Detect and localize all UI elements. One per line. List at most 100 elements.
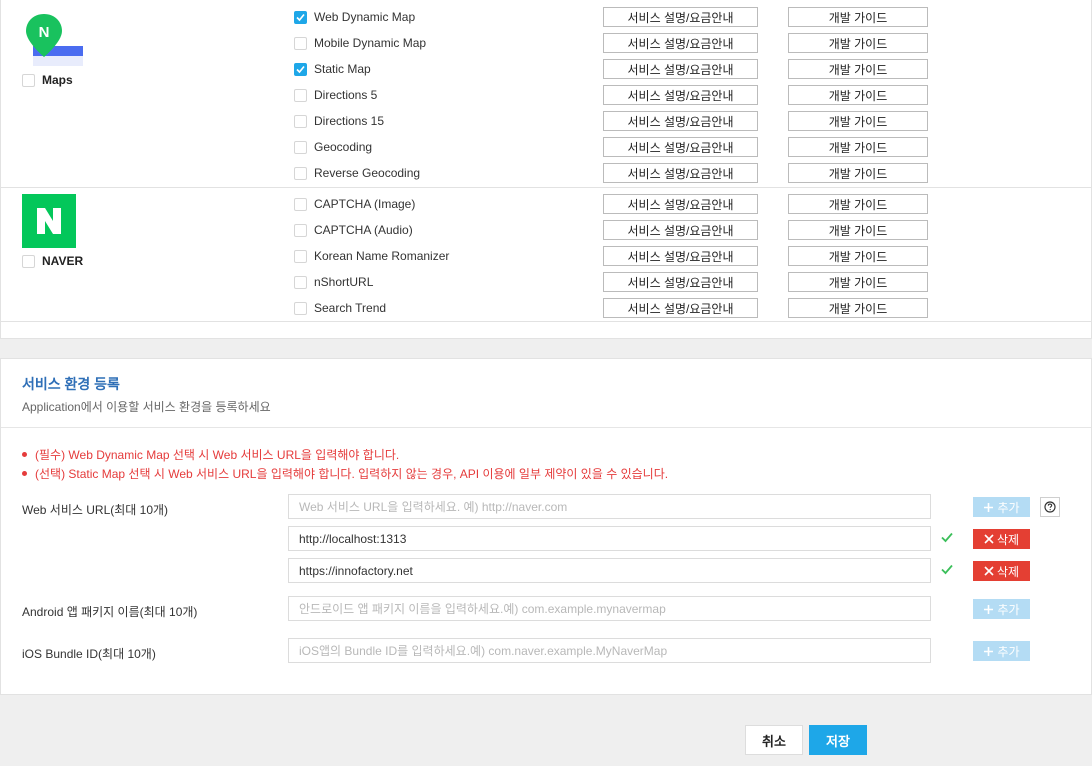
- add-label: 추가: [997, 644, 1020, 659]
- web-url-input[interactable]: [288, 494, 931, 519]
- dev-guide-button[interactable]: 개발 가이드: [788, 111, 928, 131]
- service-description-button[interactable]: 서비스 설명/요금안내: [603, 33, 758, 53]
- notice-required: (필수) Web Dynamic Map 선택 시 Web 서비스 URL을 입…: [22, 446, 399, 463]
- api-checkbox-label[interactable]: Directions 5: [294, 85, 377, 105]
- api-row: Geocoding 서비스 설명/요금안내 개발 가이드: [294, 137, 944, 157]
- api-checkbox-label[interactable]: Geocoding: [294, 137, 372, 157]
- group-label: NAVER: [42, 254, 84, 268]
- web-url-entry-2[interactable]: [288, 558, 931, 583]
- naver-maps-logo-icon: N: [26, 14, 83, 66]
- api-checkbox-label[interactable]: nShortURL: [294, 272, 373, 292]
- cancel-button[interactable]: 취소: [745, 725, 803, 755]
- ios-bundle-input[interactable]: [288, 638, 931, 663]
- help-button[interactable]: [1040, 497, 1060, 517]
- group-checkbox-naver[interactable]: NAVER: [22, 254, 83, 268]
- checkbox[interactable]: [294, 223, 307, 237]
- dev-guide-button[interactable]: 개발 가이드: [788, 85, 928, 105]
- dev-guide-button[interactable]: 개발 가이드: [788, 163, 928, 183]
- service-description-button[interactable]: 서비스 설명/요금안내: [603, 7, 758, 27]
- service-description-button[interactable]: 서비스 설명/요금안내: [603, 298, 758, 318]
- api-name: Geocoding: [314, 140, 373, 154]
- android-package-label: Android 앱 패키지 이름(최대 10개): [22, 605, 198, 619]
- dev-guide-button[interactable]: 개발 가이드: [788, 220, 928, 240]
- web-url-entry-1[interactable]: [288, 526, 931, 551]
- service-description-button[interactable]: 서비스 설명/요금안내: [603, 194, 758, 214]
- api-checkbox-label[interactable]: Korean Name Romanizer: [294, 246, 449, 266]
- add-label: 추가: [997, 500, 1020, 515]
- service-description-button[interactable]: 서비스 설명/요금안내: [603, 111, 758, 131]
- checkbox[interactable]: [294, 36, 307, 50]
- api-checkbox-label[interactable]: Mobile Dynamic Map: [294, 33, 426, 53]
- service-description-button[interactable]: 서비스 설명/요금안내: [603, 137, 758, 157]
- dev-guide-button[interactable]: 개발 가이드: [788, 59, 928, 79]
- checkbox[interactable]: [294, 301, 307, 315]
- section-title: 서비스 환경 등록: [22, 376, 120, 392]
- api-name: Web Dynamic Map: [314, 10, 416, 24]
- api-name: Directions 15: [314, 114, 385, 128]
- save-button[interactable]: 저장: [809, 725, 867, 755]
- add-label: 추가: [997, 602, 1020, 617]
- api-name: Mobile Dynamic Map: [314, 36, 427, 50]
- checkbox[interactable]: [294, 275, 307, 289]
- checkbox[interactable]: [294, 249, 307, 263]
- api-name: nShortURL: [314, 275, 374, 289]
- api-checkbox-label[interactable]: Static Map: [294, 59, 371, 79]
- dev-guide-button[interactable]: 개발 가이드: [788, 246, 928, 266]
- service-environment-panel: 서비스 환경 등록 Application에서 이용할 서비스 환경을 등록하세…: [0, 358, 1092, 695]
- api-checkbox-label[interactable]: Directions 15: [294, 111, 384, 131]
- api-group-naver: CAPTCHA (Image) 서비스 설명/요금안내 개발 가이드 CAPTCHA …: [1, 188, 1092, 322]
- web-url-add-button[interactable]: 추가: [973, 497, 1030, 517]
- x-icon: [984, 534, 994, 544]
- dev-guide-button[interactable]: 개발 가이드: [788, 298, 928, 318]
- web-url-label: Web 서비스 URL(최대 10개): [22, 503, 169, 517]
- api-checkbox-label[interactable]: Search Trend: [294, 298, 386, 318]
- dev-guide-button[interactable]: 개발 가이드: [788, 272, 928, 292]
- valid-checkmark-icon: [941, 564, 953, 575]
- web-url-delete-button-2[interactable]: 삭제: [973, 561, 1030, 581]
- svg-text:N: N: [39, 24, 50, 41]
- service-description-button[interactable]: 서비스 설명/요금안내: [603, 163, 758, 183]
- api-name: CAPTCHA (Image): [314, 197, 416, 211]
- checkbox[interactable]: [294, 197, 307, 211]
- service-description-button[interactable]: 서비스 설명/요금안내: [603, 85, 758, 105]
- dev-guide-button[interactable]: 개발 가이드: [788, 194, 928, 214]
- checkbox[interactable]: [294, 140, 307, 154]
- api-row: nShortURL 서비스 설명/요금안내 개발 가이드: [294, 272, 944, 292]
- checkbox[interactable]: [294, 166, 307, 180]
- checkbox[interactable]: [22, 73, 35, 87]
- check-icon: [296, 13, 305, 21]
- api-row: Directions 15 서비스 설명/요금안내 개발 가이드: [294, 111, 944, 131]
- service-description-button[interactable]: 서비스 설명/요금안내: [603, 246, 758, 266]
- notice-text: (필수) Web Dynamic Map 선택 시 Web 서비스 URL을 입…: [35, 448, 400, 462]
- api-row: Directions 5 서비스 설명/요금안내 개발 가이드: [294, 85, 944, 105]
- web-url-delete-button-1[interactable]: 삭제: [973, 529, 1030, 549]
- api-checkbox-label[interactable]: Reverse Geocoding: [294, 163, 420, 183]
- dev-guide-button[interactable]: 개발 가이드: [788, 7, 928, 27]
- service-description-button[interactable]: 서비스 설명/요금안내: [603, 59, 758, 79]
- check-icon: [296, 65, 305, 73]
- dev-guide-button[interactable]: 개발 가이드: [788, 33, 928, 53]
- api-checkbox-label[interactable]: CAPTCHA (Image): [294, 194, 415, 214]
- android-package-input[interactable]: [288, 596, 931, 621]
- api-row: CAPTCHA (Image) 서비스 설명/요금안내 개발 가이드: [294, 194, 944, 214]
- service-description-button[interactable]: 서비스 설명/요금안내: [603, 220, 758, 240]
- ios-bundle-add-button[interactable]: 추가: [973, 641, 1030, 661]
- api-row: Web Dynamic Map 서비스 설명/요금안내 개발 가이드: [294, 7, 944, 27]
- checkbox[interactable]: [294, 62, 307, 76]
- api-checkbox-label[interactable]: CAPTCHA (Audio): [294, 220, 413, 240]
- dev-guide-button[interactable]: 개발 가이드: [788, 137, 928, 157]
- api-name: Static Map: [314, 62, 371, 76]
- api-group-maps: N Maps Web Dynamic Map 서비스 설명/요금안내 개발 가이드 M…: [1, 0, 1092, 188]
- checkbox[interactable]: [294, 10, 307, 24]
- api-row: Reverse Geocoding 서비스 설명/요금안내 개발 가이드: [294, 163, 944, 183]
- service-description-button[interactable]: 서비스 설명/요금안내: [603, 272, 758, 292]
- checkbox[interactable]: [294, 114, 307, 128]
- plus-icon: [984, 502, 994, 512]
- checkbox[interactable]: [294, 88, 307, 102]
- checkbox[interactable]: [22, 254, 35, 268]
- plus-icon: [984, 646, 994, 656]
- api-checkbox-label[interactable]: Web Dynamic Map: [294, 7, 415, 27]
- api-name: Reverse Geocoding: [314, 166, 421, 180]
- group-checkbox-maps[interactable]: Maps: [22, 73, 73, 87]
- android-package-add-button[interactable]: 추가: [973, 599, 1030, 619]
